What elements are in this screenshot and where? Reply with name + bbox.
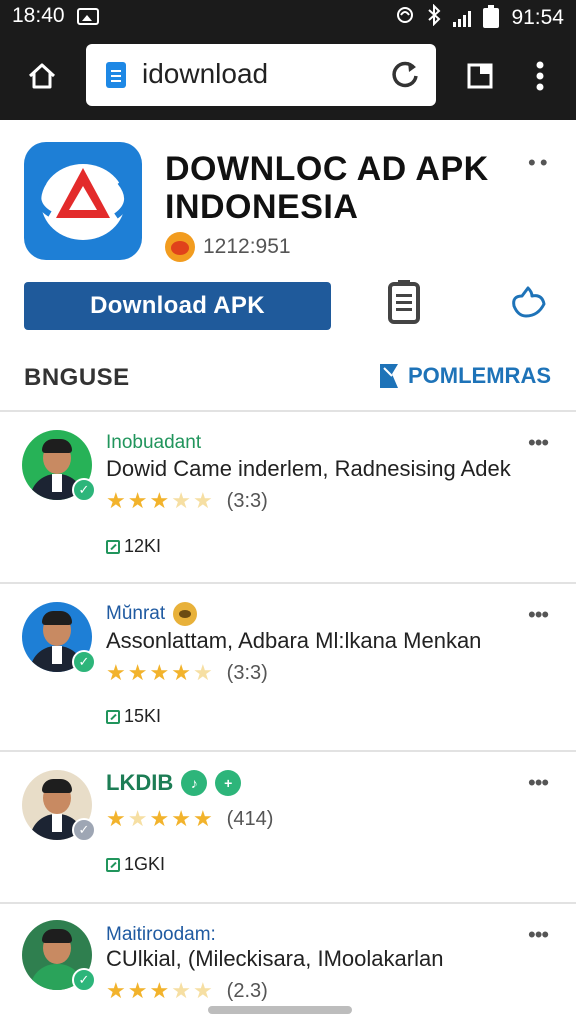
app-logo-icon [35,164,130,240]
tabs-icon [467,63,493,89]
menu-button[interactable] [518,54,562,98]
avatar: ✓ [22,602,96,674]
music-badge-icon: ♪ [181,770,208,796]
app-title: DOWNLOC AD APK INDONESIA [165,150,489,226]
star-rating: ★ ★ ★ ★ ★ (3:3) [106,488,268,513]
review-meta: 12KI [106,536,161,557]
reviewer-name[interactable]: LKDIB ♪ + [106,770,242,796]
app-icon [24,142,142,260]
section-label: BNGUSE [24,364,130,391]
download-count-icon [106,857,120,872]
download-count-icon [106,539,120,554]
star-rating: ★ ★ ★ ★ ★ (3:3) [106,660,268,685]
home-indicator[interactable] [208,1006,352,1014]
review-more-icon[interactable]: ••• [528,922,549,948]
verified-icon: ✓ [72,968,96,992]
bookmark-icon [380,364,398,388]
battery-save-icon[interactable] [386,278,422,324]
reviewer-name[interactable]: Inobuadant [106,432,201,454]
rating-count: (414) [226,807,274,830]
plus-badge-icon: + [215,770,242,796]
review-text: Dowid Came inderlem, Radnesising Adek [106,456,511,481]
rating-emoji-icon [165,232,195,262]
section-link[interactable]: POMLEMRAS [378,362,551,390]
review-meta: 15KI [106,706,161,727]
review-item[interactable]: ✓ Inobuadant Dowid Came inderlem, Radnes… [0,412,576,582]
review-text: Assonlattam, Adbara Ml:lkana Menkan [106,628,482,653]
status-bar: 18:40 91:54 [0,0,576,32]
battery-icon [483,4,500,28]
download-count-icon [106,709,120,724]
star-rating: ★ ★ ★ ★ ★ (2.3) [106,978,268,1003]
reload-icon[interactable] [388,57,422,91]
rating-count: (3:3) [226,661,268,684]
home-icon [28,63,56,89]
star-rating: ★ ★ ★ ★ ★ (414) [106,806,274,831]
review-item[interactable]: ✓ Mŭnrat Assonlattam, Adbara Ml:lkana Me… [0,584,576,750]
download-apk-button[interactable]: Download APK [24,282,331,330]
share-icon[interactable] [508,282,548,322]
bluetooth-icon [427,3,441,31]
app-rating: 1212:951 [165,232,291,262]
review-item[interactable]: ✓ LKDIB ♪ + ★ ★ ★ ★ ★ (414) 1GKI ••• [0,752,576,902]
emoji-icon [173,602,198,626]
signal-icon [453,9,472,27]
avatar: ✓ [22,920,96,992]
rating-text: 1212:951 [203,235,291,258]
url-bar[interactable]: idownload [86,44,436,106]
review-more-icon[interactable]: ••• [528,770,549,796]
gallery-icon [76,7,99,25]
avatar: ✓ [22,430,96,502]
section-link-label: POMLEMRAS [408,363,551,388]
url-text[interactable]: idownload [142,58,268,90]
app-more-icon[interactable]: • • [528,150,548,176]
home-button[interactable] [20,54,64,98]
page-icon [106,62,126,88]
nfc-icon [395,5,415,30]
more-vert-icon [536,61,544,91]
avatar: ✓ [22,770,96,842]
browser-toolbar: idownload [0,32,576,120]
reviewer-name[interactable]: Maitiroodam: [106,924,216,946]
verified-icon: ✓ [72,650,96,674]
status-time-right: 91:54 [511,5,564,29]
tabs-button[interactable] [458,54,502,98]
verified-icon: ✓ [72,478,96,502]
review-text: CUlkial, (Mileckisara, IMoolakarlan [106,946,444,971]
rating-count: (2.3) [226,979,268,1002]
review-meta: 1GKI [106,854,165,875]
rating-count: (3:3) [226,489,268,512]
verified-icon: ✓ [72,818,96,842]
status-time-left: 18:40 [12,4,65,27]
review-more-icon[interactable]: ••• [528,602,549,628]
reviewer-name[interactable]: Mŭnrat [106,602,198,626]
review-more-icon[interactable]: ••• [528,430,549,456]
